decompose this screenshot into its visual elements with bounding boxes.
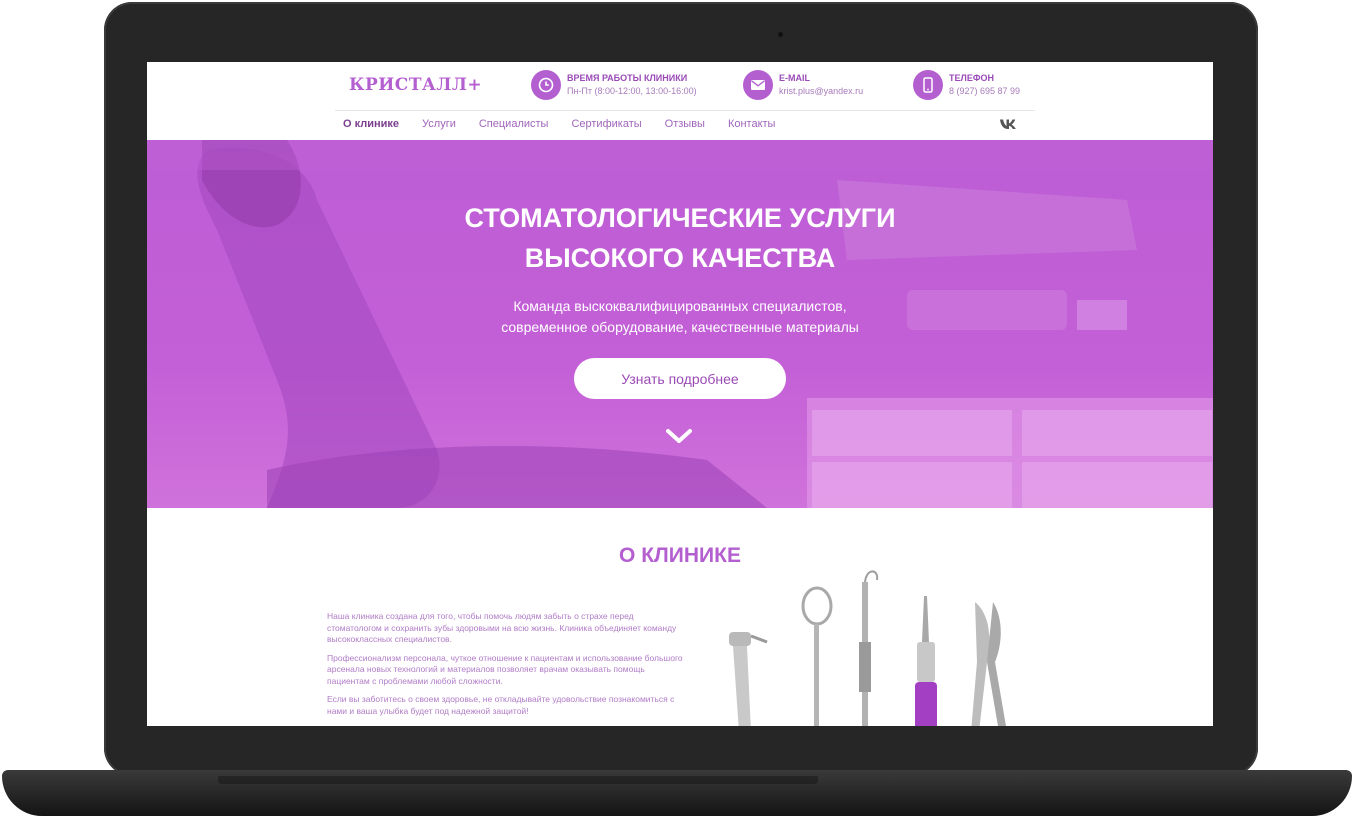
about-paragraph: Если вы заботитесь о своем здоровье, не …	[327, 694, 675, 716]
phone-block: ТЕЛЕФОН 8 (927) 695 87 99	[913, 70, 1020, 100]
nav-item-contacts[interactable]: Контакты	[728, 118, 776, 130]
hours-block: ВРЕМЯ РАБОТЫ КЛИНИКИ Пн-Пт (8:00-12:00, …	[531, 70, 697, 100]
nav-item-specialists[interactable]: Специалисты	[479, 118, 549, 130]
nav-item-reviews[interactable]: Отзывы	[665, 118, 705, 130]
phone-icon	[913, 70, 943, 100]
drill-tool	[915, 596, 937, 726]
about-title: О КЛИНИКЕ	[619, 544, 741, 567]
chevron-down-icon[interactable]	[666, 428, 692, 446]
hero-title-line-1: СТОМАТОЛОГИЧЕСКИЕ УСЛУГИ	[464, 203, 896, 233]
main-nav: О клинике Услуги Специалисты Сертификаты…	[343, 118, 798, 130]
hours-title: ВРЕМЯ РАБОТЫ КЛИНИКИ	[567, 73, 688, 83]
phone-value[interactable]: 8 (927) 695 87 99	[949, 86, 1020, 96]
email-block: E-MAIL krist.plus@yandex.ru	[743, 70, 863, 100]
site-logo[interactable]: КРИСТАЛЛ+	[349, 75, 482, 95]
hero-section: СТОМАТОЛОГИЧЕСКИЕ УСЛУГИ ВЫСОКОГО КАЧЕСТ…	[147, 140, 1213, 508]
about-paragraph: Наша клиника создана для того, чтобы пом…	[327, 611, 677, 644]
learn-more-button[interactable]: Узнать подробнее	[574, 358, 786, 399]
laptop-notch	[218, 776, 818, 784]
hero-title-line-2: ВЫСОКОГО КАЧЕСТВА	[524, 243, 836, 273]
email-value[interactable]: krist.plus@yandex.ru	[779, 86, 863, 96]
nav-item-about[interactable]: О клинике	[343, 118, 399, 130]
hero-title: СТОМАТОЛОГИЧЕСКИЕ УСЛУГИ ВЫСОКОГО КАЧЕСТ…	[147, 198, 1213, 278]
mail-icon	[743, 70, 773, 100]
nav-item-services[interactable]: Услуги	[422, 118, 456, 130]
hours-value: Пн-Пт (8:00-12:00, 13:00-16:00)	[567, 86, 697, 96]
laptop-screen: КРИСТАЛЛ+ ВРЕМЯ РАБОТЫ КЛИНИКИ Пн-Пт (8:…	[147, 62, 1213, 726]
nav-item-certificates[interactable]: Сертификаты	[571, 118, 641, 130]
hero-subtitle-line-2: современное оборудование, качественные м…	[501, 319, 859, 335]
vk-icon[interactable]	[999, 118, 1017, 133]
about-text: Наша клиника создана для того, чтобы пом…	[327, 611, 687, 724]
header-divider	[335, 110, 1035, 111]
about-paragraph: Профессионализм персонала, чуткое отноше…	[327, 652, 683, 686]
probe-tool	[859, 570, 879, 726]
site-header: КРИСТАЛЛ+ ВРЕМЯ РАБОТЫ КЛИНИКИ Пн-Пт (8:…	[147, 62, 1213, 140]
clock-icon	[531, 70, 561, 100]
handpiece-tool	[729, 632, 768, 726]
phone-title: ТЕЛЕФОН	[949, 73, 994, 83]
camera-dot	[778, 32, 783, 37]
hero-subtitle-line-1: Команда выскоквалифицированных специалис…	[513, 298, 847, 314]
hero-subtitle: Команда выскоквалифицированных специалис…	[147, 296, 1213, 338]
dental-tools-image	[729, 570, 1006, 726]
forceps-tool	[971, 602, 1006, 726]
email-title: E-MAIL	[779, 73, 810, 83]
mirror-tool	[801, 586, 833, 726]
